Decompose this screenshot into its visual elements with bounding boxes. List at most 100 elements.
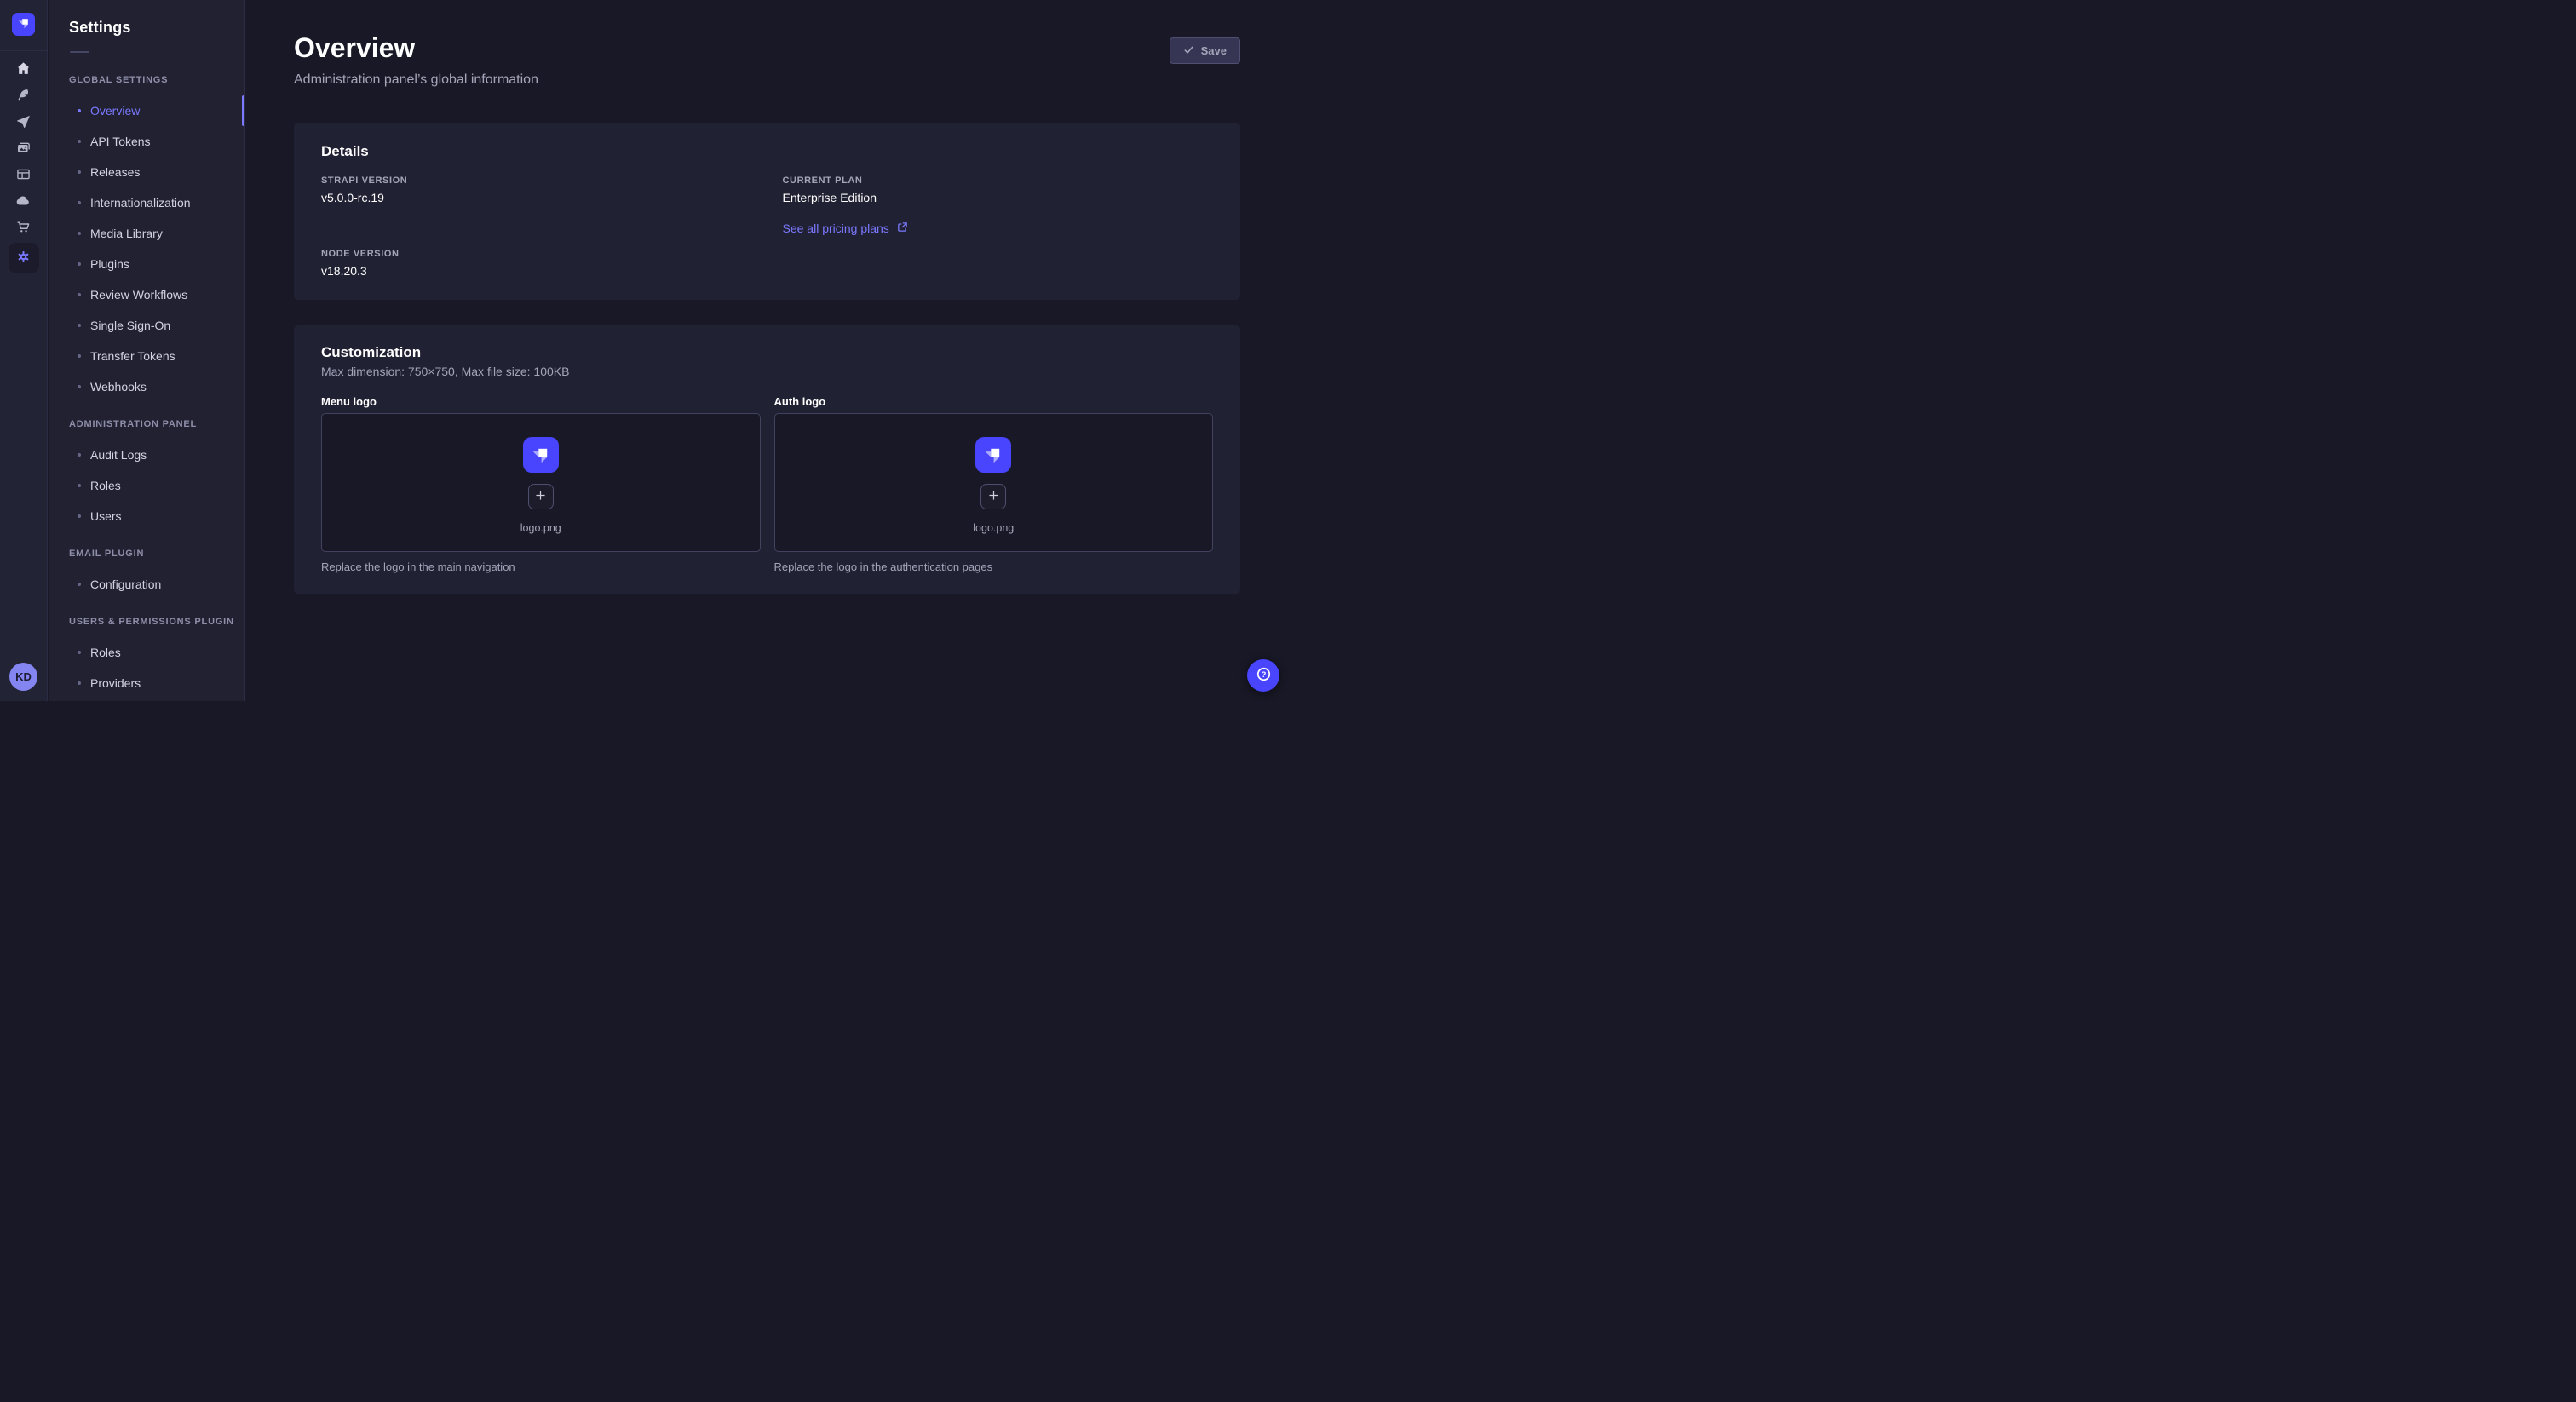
subnav-section-label-email-plugin: EMAIL PLUGIN bbox=[69, 549, 244, 559]
details-grid: STRAPI VERSION v5.0.0-rc.19 CURRENT PLAN… bbox=[321, 175, 1213, 278]
subnav-item-label: Review Workflows bbox=[90, 288, 187, 302]
images-icon bbox=[15, 140, 32, 158]
auth-logo-dropzone[interactable]: logo.png bbox=[774, 413, 1214, 552]
nav-releases-button[interactable] bbox=[9, 109, 39, 135]
nav-media-library-button[interactable] bbox=[9, 135, 39, 162]
add-logo-button[interactable] bbox=[528, 484, 554, 509]
strapi-version-field: STRAPI VERSION v5.0.0-rc.19 bbox=[321, 175, 752, 204]
save-button[interactable]: Save bbox=[1170, 37, 1240, 64]
subnav-item-label: Overview bbox=[90, 104, 140, 118]
logo-uploads-grid: Menu logo logo.png Replace the logo in t… bbox=[321, 395, 1213, 573]
subnav-item-label: Releases bbox=[90, 165, 140, 179]
field-value: v5.0.0-rc.19 bbox=[321, 191, 752, 204]
pricing-plans-link[interactable]: See all pricing plans bbox=[783, 221, 908, 235]
subnav-item-label: API Tokens bbox=[90, 135, 151, 148]
subnav-item-api-tokens: API Tokens bbox=[49, 126, 244, 157]
subnav-item-label: Audit Logs bbox=[90, 448, 147, 462]
nav-home-button[interactable] bbox=[9, 56, 39, 83]
bullet-dot bbox=[78, 232, 81, 235]
node-version-field: NODE VERSION v18.20.3 bbox=[321, 249, 752, 278]
field-label: NODE VERSION bbox=[321, 249, 752, 259]
subnav-item-up-roles: Roles bbox=[49, 637, 244, 668]
paper-plane-icon bbox=[15, 113, 32, 132]
divider bbox=[70, 51, 89, 53]
subnav-item-label: Roles bbox=[90, 646, 121, 659]
subnav-item-email-configuration: Configuration bbox=[49, 569, 244, 600]
subnav-group-global: Overview API Tokens Releases Internation… bbox=[49, 95, 244, 402]
subnav-section-label-admin-panel: ADMINISTRATION PANEL bbox=[69, 419, 244, 429]
nav-content-builder-button[interactable] bbox=[9, 83, 39, 109]
bullet-dot bbox=[78, 354, 81, 358]
home-icon bbox=[15, 60, 32, 79]
details-card: Details STRAPI VERSION v5.0.0-rc.19 CURR… bbox=[294, 123, 1240, 300]
details-card-title: Details bbox=[321, 143, 1213, 160]
settings-subnav: Settings GLOBAL SETTINGS Overview API To… bbox=[49, 0, 245, 701]
check-icon bbox=[1183, 44, 1194, 58]
bullet-dot bbox=[78, 651, 81, 654]
svg-text:?: ? bbox=[1261, 670, 1266, 680]
subnav-item-single-sign-on: Single Sign-On bbox=[49, 310, 244, 341]
subnav-item-admin-users: Users bbox=[49, 501, 244, 531]
logo-filename: logo.png bbox=[973, 522, 1014, 534]
bullet-dot bbox=[78, 170, 81, 174]
menu-logo-upload: Menu logo logo.png Replace the logo in t… bbox=[321, 395, 761, 573]
menu-logo-dropzone[interactable]: logo.png bbox=[321, 413, 761, 552]
customization-card: Customization Max dimension: 750×750, Ma… bbox=[294, 325, 1240, 594]
field-value: v18.20.3 bbox=[321, 264, 752, 278]
nav-content-manager-button[interactable] bbox=[9, 162, 39, 188]
plus-icon bbox=[534, 489, 547, 504]
subnav-section-label-users-permissions: USERS & PERMISSIONS PLUGIN bbox=[69, 617, 244, 627]
layout-icon bbox=[15, 166, 32, 185]
strapi-logo-icon bbox=[14, 13, 34, 36]
customization-card-subtitle: Max dimension: 750×750, Max file size: 1… bbox=[321, 365, 1213, 378]
field-label: CURRENT PLAN bbox=[783, 175, 1214, 186]
auth-logo-upload: Auth logo logo.png Replace the logo in t… bbox=[774, 395, 1214, 573]
nav-settings-button[interactable] bbox=[9, 243, 39, 273]
subnav-group-users-permissions: Roles Providers bbox=[49, 637, 244, 698]
subnav-section-label-global: GLOBAL SETTINGS bbox=[69, 75, 244, 85]
subnav-item-label: Single Sign-On bbox=[90, 319, 170, 332]
pricing-plans-link-label: See all pricing plans bbox=[783, 221, 889, 235]
subnav-item-overview: Overview bbox=[49, 95, 244, 126]
subnav-title: Settings bbox=[69, 19, 244, 37]
subnav-item-admin-roles: Roles bbox=[49, 470, 244, 501]
plus-icon bbox=[987, 489, 1000, 504]
rail-icon-list bbox=[9, 56, 39, 273]
bullet-dot bbox=[78, 484, 81, 487]
subnav-item-label: Providers bbox=[90, 676, 141, 690]
question-mark-icon: ? bbox=[1255, 665, 1273, 686]
subnav-item-webhooks: Webhooks bbox=[49, 371, 244, 402]
add-logo-button[interactable] bbox=[980, 484, 1006, 509]
subnav-item-label: Transfer Tokens bbox=[90, 349, 175, 363]
menu-logo-helper: Replace the logo in the main navigation bbox=[321, 560, 761, 573]
field-value: Enterprise Edition bbox=[783, 191, 1214, 204]
subnav-item-up-providers: Providers bbox=[49, 668, 244, 698]
subnav-item-review-workflows: Review Workflows bbox=[49, 279, 244, 310]
cloud-icon bbox=[15, 192, 32, 211]
user-avatar[interactable]: KD bbox=[9, 663, 37, 691]
auth-logo-label: Auth logo bbox=[774, 395, 1214, 408]
menu-logo-label: Menu logo bbox=[321, 395, 761, 408]
subnav-item-label: Users bbox=[90, 509, 122, 523]
subnav-item-internationalization: Internationalization bbox=[49, 187, 244, 218]
bullet-dot bbox=[78, 293, 81, 296]
subnav-item-plugins: Plugins bbox=[49, 249, 244, 279]
bullet-dot bbox=[78, 324, 81, 327]
subnav-item-label: Internationalization bbox=[90, 196, 191, 210]
bullet-dot bbox=[78, 140, 81, 143]
page-header: Overview Administration panel’s global i… bbox=[246, 0, 1288, 88]
external-link-icon bbox=[897, 221, 908, 235]
subnav-item-audit-logs: Audit Logs bbox=[49, 440, 244, 470]
cart-icon bbox=[15, 219, 32, 238]
page-subtitle: Administration panel’s global informatio… bbox=[294, 72, 1240, 88]
rail-bottom: KD bbox=[0, 652, 48, 701]
subnav-item-label: Media Library bbox=[90, 227, 163, 240]
strapi-workspace-button[interactable] bbox=[12, 13, 35, 36]
divider bbox=[0, 50, 48, 51]
save-button-label: Save bbox=[1201, 44, 1227, 57]
nav-marketplace-button[interactable] bbox=[9, 215, 39, 241]
content-area: Details STRAPI VERSION v5.0.0-rc.19 CURR… bbox=[246, 123, 1288, 594]
bullet-dot bbox=[78, 681, 81, 685]
nav-deploy-button[interactable] bbox=[9, 188, 39, 215]
help-button[interactable]: ? bbox=[1247, 659, 1279, 692]
